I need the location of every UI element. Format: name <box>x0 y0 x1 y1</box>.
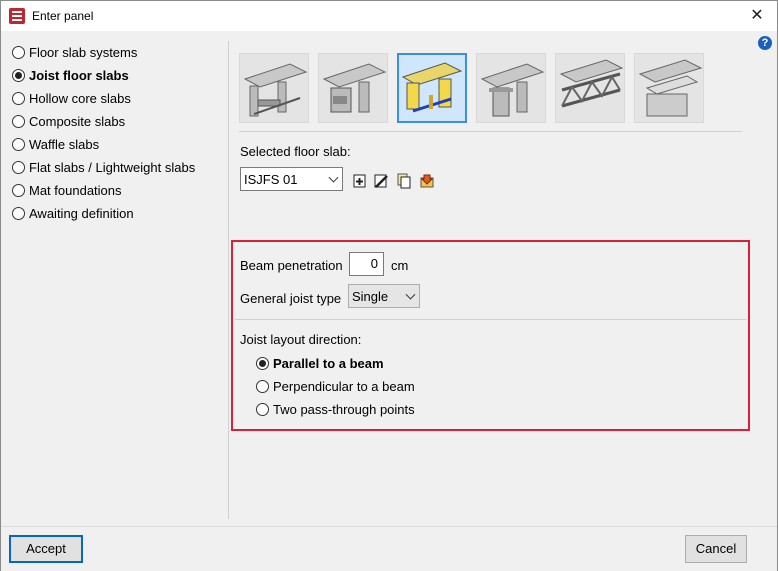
truss-joist-thumbnail[interactable] <box>555 53 625 123</box>
joist-type-2-icon <box>322 63 387 113</box>
radio-mat-foundations[interactable]: Mat foundations <box>12 180 122 200</box>
radio-label: Awaiting definition <box>29 205 134 221</box>
radio-label: Waffle slabs <box>29 136 100 152</box>
radio-label: Hollow core slabs <box>29 90 131 106</box>
radio-button[interactable] <box>12 68 25 82</box>
radio-label: Parallel to a beam <box>273 355 384 371</box>
radio-button[interactable] <box>12 114 25 128</box>
cancel-button[interactable]: Cancel <box>685 535 747 563</box>
radio-button[interactable] <box>256 402 269 416</box>
options-divider <box>235 319 747 320</box>
radio-parallel-to-beam[interactable]: Parallel to a beam <box>256 353 384 373</box>
solid-block-thumbnail[interactable] <box>634 53 704 123</box>
dialog-footer: Accept Cancel <box>1 526 777 571</box>
radio-label: Two pass-through points <box>273 401 415 417</box>
edit-icon[interactable] <box>373 173 389 189</box>
beam-penetration-unit: cm <box>391 258 409 273</box>
chevron-down-icon <box>328 172 339 183</box>
radio-label: Mat foundations <box>29 182 122 198</box>
radio-label: Perpendicular to a beam <box>273 378 415 394</box>
enter-panel-dialog: Enter panel ✕ ? Floor slab systems Joist… <box>0 0 778 571</box>
general-joist-type-value: Single <box>352 288 389 304</box>
radio-button[interactable] <box>12 91 25 105</box>
chevron-down-icon <box>405 289 416 300</box>
joist-type-1-icon <box>243 63 308 117</box>
general-joist-type-select[interactable]: Single <box>348 284 420 308</box>
radio-perpendicular-to-beam[interactable]: Perpendicular to a beam <box>256 376 415 396</box>
radio-awaiting-definition[interactable]: Awaiting definition <box>12 203 134 223</box>
truss-joist-icon <box>559 59 624 108</box>
joist-layout-label: Joist layout direction: <box>240 332 362 347</box>
beam-penetration-input[interactable]: 0 <box>349 252 384 276</box>
radio-button[interactable] <box>256 356 269 370</box>
floor-slab-select-value: ISJFS 01 <box>244 171 298 187</box>
radio-button[interactable] <box>12 160 25 174</box>
joist-type-2-thumbnail[interactable] <box>318 53 388 123</box>
radio-joist-floor-slabs[interactable]: Joist floor slabs <box>12 65 129 85</box>
general-joist-type-label: General joist type <box>240 291 342 306</box>
solid-block-icon <box>638 59 703 117</box>
radio-two-pass-through-points[interactable]: Two pass-through points <box>256 399 415 419</box>
radio-composite-slabs[interactable]: Composite slabs <box>12 111 125 131</box>
radio-button[interactable] <box>12 137 25 151</box>
close-button[interactable]: ✕ <box>737 1 777 31</box>
add-icon[interactable] <box>352 173 368 189</box>
close-icon: ✕ <box>750 7 764 24</box>
floor-slab-select[interactable]: ISJFS 01 <box>240 167 343 191</box>
radio-label: Joist floor slabs <box>29 67 129 83</box>
joist-type-3-thumbnail[interactable] <box>397 53 467 123</box>
radio-label: Composite slabs <box>29 113 126 129</box>
panel-divider <box>228 41 229 519</box>
radio-label: Flat slabs / Lightweight slabs <box>29 159 196 175</box>
accept-button[interactable]: Accept <box>9 535 83 563</box>
selected-floor-slab-label: Selected floor slab: <box>240 144 351 159</box>
title-bar: Enter panel ✕ <box>1 1 777 31</box>
cancel-button-label: Cancel <box>695 541 737 556</box>
joist-type-3-icon <box>401 62 463 113</box>
radio-flat-slabs[interactable]: Flat slabs / Lightweight slabs <box>12 157 195 177</box>
beam-penetration-label: Beam penetration <box>240 258 343 273</box>
radio-waffle-slabs[interactable]: Waffle slabs <box>12 134 99 154</box>
window-title: Enter panel <box>32 9 94 23</box>
radio-hollow-core-slabs[interactable]: Hollow core slabs <box>12 88 131 108</box>
import-icon[interactable] <box>419 173 435 189</box>
joist-type-4-thumbnail[interactable] <box>476 53 546 123</box>
joist-type-1-thumbnail[interactable] <box>239 53 309 123</box>
gallery-divider <box>239 131 742 132</box>
help-icon[interactable]: ? <box>758 36 772 50</box>
slab-type-list: Floor slab systems Joist floor slabs Hol… <box>2 32 226 519</box>
copy-icon[interactable] <box>396 173 412 189</box>
radio-floor-slab-systems[interactable]: Floor slab systems <box>12 42 137 62</box>
accept-button-label: Accept <box>26 541 66 556</box>
radio-button[interactable] <box>12 206 25 220</box>
radio-button[interactable] <box>256 379 269 393</box>
radio-button[interactable] <box>12 183 25 197</box>
joist-type-4-icon <box>480 63 545 117</box>
radio-button[interactable] <box>12 45 25 59</box>
app-logo-icon <box>9 8 25 24</box>
radio-label: Floor slab systems <box>29 44 138 60</box>
